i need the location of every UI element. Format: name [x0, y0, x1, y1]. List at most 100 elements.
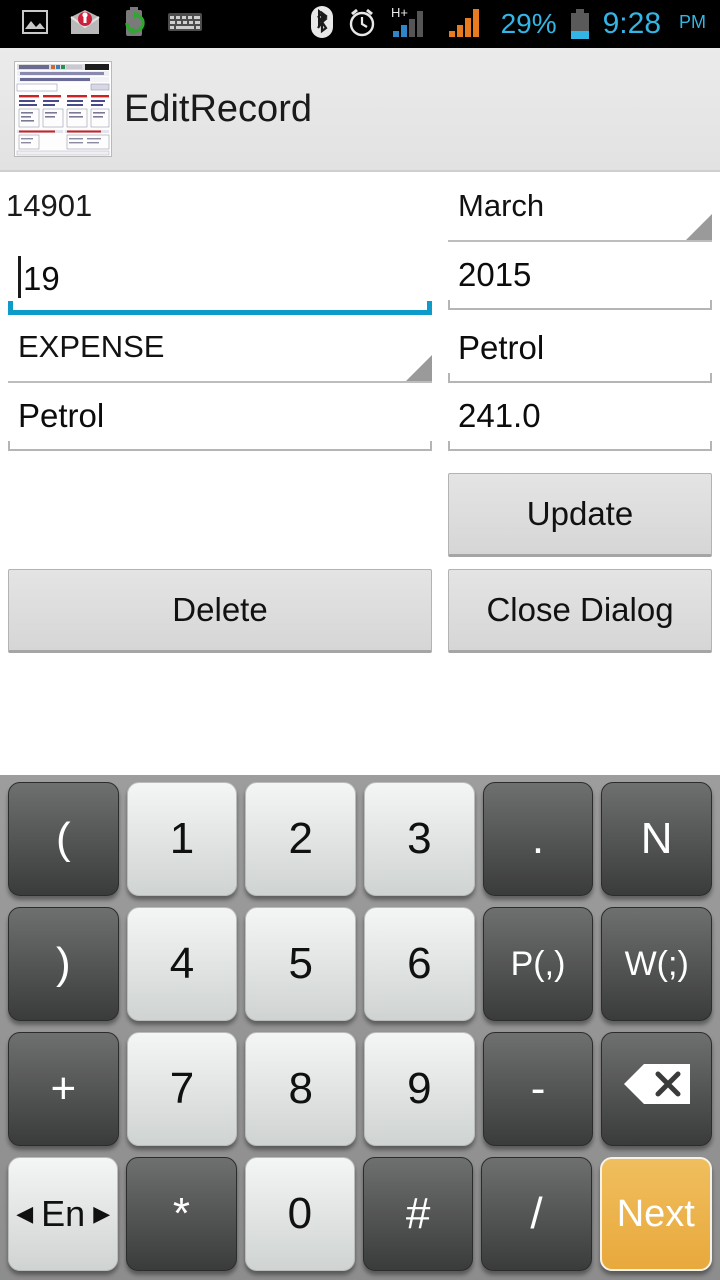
- clock-time: 9:28: [602, 7, 661, 40]
- chevron-down-icon: [406, 355, 432, 381]
- mail-icon: [70, 9, 100, 40]
- button-row-1: Update: [0, 473, 720, 557]
- form-row-2: 19 2015: [0, 242, 720, 315]
- backspace-icon: [622, 1062, 692, 1117]
- key-asterisk-label: *: [172, 1189, 191, 1238]
- key-next[interactable]: Next: [599, 1157, 712, 1271]
- key-4[interactable]: 4: [126, 907, 238, 1021]
- year-input[interactable]: 2015: [448, 248, 712, 310]
- key-language-switch[interactable]: ◀ En ▶: [8, 1157, 119, 1271]
- close-dialog-button[interactable]: Close Dialog: [448, 569, 712, 653]
- amount-input[interactable]: 241.0: [448, 389, 712, 451]
- on-screen-keyboard: (1 2 3. N) 4 5 6 P(,) W(;) +7 8 9 - ◀ En ▶ * 0 # / Next: [0, 775, 720, 1280]
- app-thumbnail-icon: [14, 61, 112, 157]
- hsdpa-signal-icon: H+: [391, 5, 435, 44]
- key-plus[interactable]: +: [8, 1032, 119, 1146]
- record-id-label: 14901: [6, 188, 93, 223]
- month-spinner[interactable]: March: [448, 180, 712, 242]
- key-minus-label: -: [530, 1064, 546, 1113]
- edit-record-form: 14901 March 19 2015 EXPENSE Petrol Petro…: [0, 174, 720, 653]
- button-row-2: Delete Close Dialog: [0, 569, 720, 653]
- day-input[interactable]: 19: [8, 248, 432, 315]
- keyboard-row-4: ◀ En ▶ * 0 # / Next: [4, 1154, 716, 1274]
- day-cell: 19: [0, 242, 440, 315]
- clock-meridiem: PM: [679, 11, 706, 32]
- key-next-label: Next: [616, 1192, 695, 1235]
- key-4-label: 4: [169, 939, 195, 988]
- key-open-paren[interactable]: (: [8, 782, 119, 896]
- key-backspace[interactable]: [601, 1032, 713, 1146]
- key-minus[interactable]: -: [482, 1032, 594, 1146]
- battery-percent-label: 29%: [500, 8, 557, 39]
- key-wait-semicolon[interactable]: W(;): [601, 907, 713, 1021]
- type-spinner-value: EXPENSE: [18, 329, 165, 364]
- keyboard-icon: [168, 11, 202, 38]
- svg-text:H+: H+: [391, 5, 408, 20]
- key-0-label: 0: [287, 1189, 313, 1238]
- delete-button[interactable]: Delete: [8, 569, 432, 653]
- language-arrows-icon: ◀ En ▶: [16, 1193, 111, 1234]
- key-slash-label: /: [530, 1189, 543, 1238]
- action-bar: EditRecord: [0, 48, 720, 172]
- status-bar: H+ 29% 9:28 PM: [0, 0, 720, 48]
- form-row-4: Petrol 241.0: [0, 383, 720, 451]
- key-close-paren[interactable]: ): [8, 907, 119, 1021]
- keyboard-row-3: +7 8 9 -: [4, 1029, 716, 1149]
- description-input[interactable]: Petrol: [8, 389, 432, 451]
- key-pause-comma-label: P(,): [510, 944, 566, 983]
- key-slash[interactable]: /: [481, 1157, 592, 1271]
- day-input-value: 19: [23, 260, 60, 297]
- key-9[interactable]: 9: [364, 1032, 475, 1146]
- category-input[interactable]: Petrol: [448, 321, 712, 383]
- category-input-value: Petrol: [458, 329, 545, 366]
- cellular-signal-icon: [448, 5, 487, 44]
- amount-cell: 241.0: [440, 383, 720, 451]
- key-asterisk[interactable]: *: [126, 1157, 237, 1271]
- description-cell: Petrol: [0, 383, 440, 451]
- key-7-label: 7: [169, 1064, 195, 1113]
- key-wait-semicolon-label: W(;): [624, 944, 689, 983]
- android-screen: H+ 29% 9:28 PM EditRecord 14901 March 19…: [0, 0, 720, 1280]
- key-0[interactable]: 0: [244, 1157, 355, 1271]
- key-8-label: 8: [288, 1064, 313, 1113]
- page-title: EditRecord: [124, 87, 312, 130]
- status-bar-notifications: [0, 6, 202, 42]
- key-3[interactable]: 3: [364, 782, 475, 896]
- bluetooth-icon: [310, 5, 333, 43]
- status-bar-system: H+ 29% 9:28 PM: [310, 5, 720, 44]
- update-button[interactable]: Update: [448, 473, 712, 557]
- key-5-label: 5: [288, 939, 313, 988]
- alarm-icon: [347, 7, 377, 42]
- key-2[interactable]: 2: [245, 782, 357, 896]
- form-row-3: EXPENSE Petrol: [0, 315, 720, 383]
- key-5[interactable]: 5: [245, 907, 357, 1021]
- month-spinner-value: March: [458, 188, 545, 223]
- type-cell: EXPENSE: [0, 315, 440, 383]
- key-n[interactable]: N: [601, 782, 713, 896]
- description-input-value: Petrol: [18, 397, 105, 434]
- key-period[interactable]: .: [482, 782, 594, 896]
- key-language-label: En: [41, 1193, 86, 1234]
- key-plus-label: +: [50, 1064, 77, 1113]
- key-1[interactable]: 1: [126, 782, 238, 896]
- sync-battery-icon: [122, 6, 146, 42]
- key-1-label: 1: [169, 814, 195, 863]
- keyboard-row-2: ) 4 5 6 P(,) W(;): [4, 904, 716, 1024]
- key-n-label: N: [640, 814, 673, 863]
- category-cell: Petrol: [440, 315, 720, 383]
- key-7[interactable]: 7: [126, 1032, 238, 1146]
- key-period-label: .: [531, 814, 545, 863]
- key-hash-label: #: [405, 1189, 431, 1238]
- key-3-label: 3: [407, 814, 432, 863]
- key-pause-comma[interactable]: P(,): [482, 907, 594, 1021]
- key-8[interactable]: 8: [245, 1032, 357, 1146]
- key-6[interactable]: 6: [364, 907, 475, 1021]
- month-spinner-cell: March: [440, 174, 720, 242]
- key-9-label: 9: [407, 1064, 432, 1113]
- year-input-value: 2015: [458, 256, 532, 293]
- form-row-1: 14901 March: [0, 174, 720, 242]
- key-open-paren-label: (: [56, 814, 71, 863]
- key-hash[interactable]: #: [362, 1157, 474, 1271]
- type-spinner[interactable]: EXPENSE: [8, 321, 432, 383]
- key-6-label: 6: [407, 939, 432, 988]
